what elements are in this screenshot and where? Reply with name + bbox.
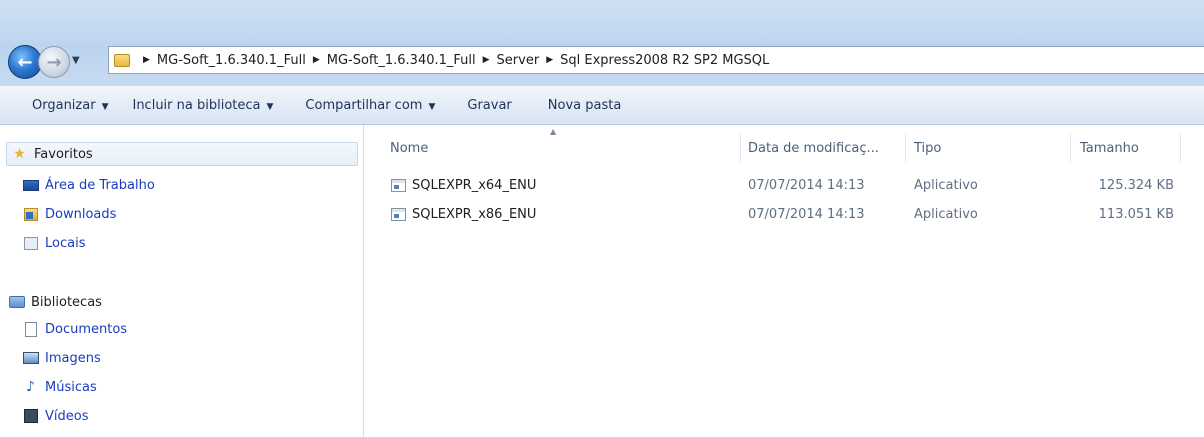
folder-icon [114, 53, 130, 67]
breadcrumb-item[interactable]: MG-Soft_1.6.340.1_Full [327, 53, 476, 68]
nav-item-label: Área de Trabalho [45, 177, 155, 193]
recent-pages-dropdown-icon[interactable]: ▼ [72, 55, 80, 66]
nav-item-downloads[interactable]: Downloads [22, 202, 116, 226]
nav-item-music[interactable]: ♪ Músicas [22, 375, 97, 399]
forward-arrow-icon[interactable]: → [38, 46, 70, 78]
breadcrumb-separator-icon[interactable]: ▶ [546, 55, 553, 65]
nav-item-desktop[interactable]: Área de Trabalho [22, 173, 155, 197]
nav-item-label: Vídeos [45, 408, 89, 424]
navigation-buttons: ← → ▼ [8, 45, 106, 79]
file-name-cell: SQLEXPR_x64_ENU [391, 174, 536, 196]
nav-item-libraries[interactable]: Bibliotecas [8, 290, 102, 314]
nav-item-label: Downloads [45, 206, 117, 222]
nav-item-documents[interactable]: Documentos [22, 317, 127, 341]
breadcrumb-item[interactable]: MG-Soft_1.6.340.1_Full [157, 53, 306, 68]
nav-item-favorites[interactable]: ★ Favoritos [6, 142, 358, 166]
star-icon: ★ [13, 146, 26, 162]
nav-item-label: Documentos [45, 321, 128, 337]
sort-arrow-icon: ▲ [550, 127, 557, 136]
nav-item-label: Favoritos [34, 146, 93, 162]
library-icon [8, 294, 25, 310]
chevron-down-icon: ▼ [101, 101, 109, 112]
file-date: 07/07/2014 14:13 [748, 177, 865, 193]
application-icon [391, 178, 406, 192]
nav-item-videos[interactable]: Vídeos [22, 404, 88, 428]
breadcrumb-separator-icon[interactable]: ▶ [483, 55, 490, 65]
share-with-button[interactable]: Compartilhar com ▼ [293, 98, 447, 113]
command-bar: Organizar ▼ Incluir na biblioteca ▼ Compar… [0, 86, 1204, 125]
column-header-size[interactable]: Tamanho [1080, 130, 1139, 166]
breadcrumb-item[interactable]: Sql Express2008 R2 SP2 MGSQL [560, 53, 769, 68]
music-icon: ♪ [26, 379, 35, 395]
organize-button[interactable]: Organizar ▼ [20, 98, 120, 113]
burn-button[interactable]: Gravar [455, 98, 523, 113]
application-icon [391, 207, 406, 221]
column-divider[interactable] [1070, 133, 1071, 163]
file-type: Aplicativo [914, 206, 978, 222]
file-size: 113.051 KB [1098, 206, 1174, 222]
nav-item-label: Locais [45, 235, 86, 251]
breadcrumb-separator-icon[interactable]: ▶ [143, 55, 150, 65]
recent-places-icon [22, 235, 39, 251]
column-divider[interactable] [1180, 133, 1181, 163]
file-list: ▲ Nome Data de modificaç... Tipo Tamanho… [364, 125, 1204, 437]
breadcrumb-item[interactable]: Server [497, 53, 540, 68]
title-area: ← → ▼ ▶ MG-Soft_1.6.340.1_Full ▶ MG-Soft… [0, 0, 1204, 86]
file-name-cell: SQLEXPR_x86_ENU [391, 203, 536, 225]
file-size: 125.324 KB [1098, 177, 1174, 193]
pictures-icon [22, 350, 39, 366]
breadcrumb-separator-icon[interactable]: ▶ [313, 55, 320, 65]
breadcrumb: ▶ MG-Soft_1.6.340.1_Full ▶ MG-Soft_1.6.3… [136, 53, 769, 68]
documents-icon [22, 321, 39, 337]
column-divider[interactable] [740, 133, 741, 163]
file-name: SQLEXPR_x64_ENU [412, 177, 537, 193]
file-name: SQLEXPR_x86_ENU [412, 206, 537, 222]
downloads-icon [22, 206, 39, 222]
column-header-type[interactable]: Tipo [914, 130, 941, 166]
column-header-date[interactable]: Data de modificaç... [748, 130, 879, 166]
nav-item-label: Bibliotecas [31, 294, 102, 310]
file-type: Aplicativo [914, 177, 978, 193]
address-bar[interactable]: ▶ MG-Soft_1.6.340.1_Full ▶ MG-Soft_1.6.3… [108, 46, 1204, 74]
file-date: 07/07/2014 14:13 [748, 206, 865, 222]
new-folder-button[interactable]: Nova pasta [536, 98, 634, 113]
nav-item-label: Imagens [45, 350, 101, 366]
file-row[interactable]: SQLEXPR_x86_ENU 07/07/2014 14:13 Aplicat… [364, 203, 1204, 225]
file-row[interactable]: SQLEXPR_x64_ENU 07/07/2014 14:13 Aplicat… [364, 174, 1204, 196]
back-arrow-icon[interactable]: ← [8, 45, 42, 79]
nav-item-label: Músicas [45, 379, 97, 395]
desktop-icon [22, 177, 39, 193]
column-header-name[interactable]: Nome [390, 130, 428, 166]
videos-icon [22, 408, 39, 424]
chevron-down-icon: ▼ [266, 101, 274, 112]
chevron-down-icon: ▼ [428, 101, 436, 112]
nav-item-recent[interactable]: Locais [22, 231, 85, 255]
nav-item-pictures[interactable]: Imagens [22, 346, 101, 370]
include-library-button[interactable]: Incluir na biblioteca ▼ [120, 98, 285, 113]
navigation-pane: ★ Favoritos Área de Trabalho Downloads L… [0, 125, 364, 437]
column-divider[interactable] [905, 133, 906, 163]
